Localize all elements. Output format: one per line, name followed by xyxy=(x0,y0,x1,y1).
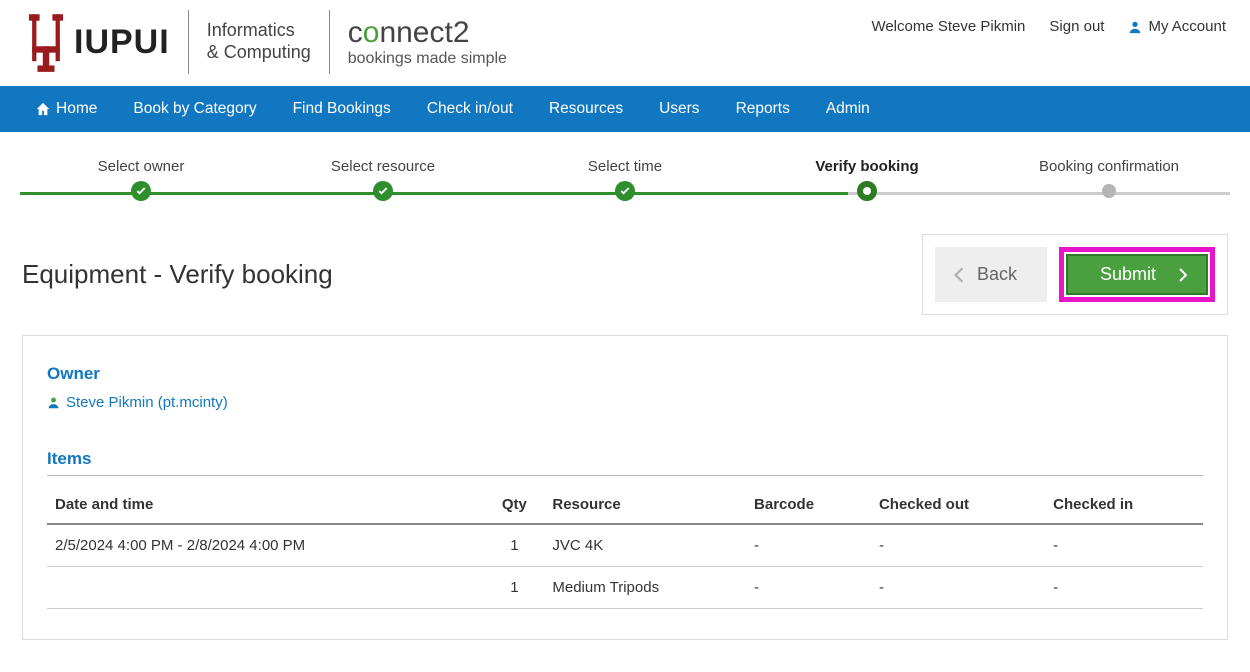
connect2-logo: connect2 bookings made simple xyxy=(348,16,507,68)
nav-home[interactable]: Home xyxy=(18,86,115,132)
table-row: 1Medium Tripods--- xyxy=(47,567,1203,609)
chevron-left-icon xyxy=(953,266,965,284)
nav-book-by-category[interactable]: Book by Category xyxy=(115,86,274,132)
logo-group: IUPUI Informatics & Computing connect2 b… xyxy=(24,10,507,74)
nav-check-in-out[interactable]: Check in/out xyxy=(409,86,531,132)
items-table: Date and time Qty Resource Barcode Check… xyxy=(47,486,1203,609)
department-label: Informatics & Computing xyxy=(207,20,311,63)
step-select-owner: Select owner xyxy=(20,158,262,201)
welcome-text: Welcome Steve Pikmin xyxy=(871,18,1025,35)
page-title: Equipment - Verify booking xyxy=(22,259,333,290)
title-row: Equipment - Verify booking Back Submit xyxy=(22,234,1228,315)
home-icon xyxy=(36,102,50,116)
nav-admin[interactable]: Admin xyxy=(808,86,888,132)
action-buttons: Back Submit xyxy=(922,234,1228,315)
col-checked-in: Checked in xyxy=(1045,486,1203,524)
step-select-resource: Select resource xyxy=(262,158,504,201)
cell-resource: JVC 4K xyxy=(544,524,746,567)
cell-checked-in: - xyxy=(1045,524,1203,567)
items-section-title: Items xyxy=(47,449,1203,476)
booking-panel: Owner Steve Pikmin (pt.mcinty) Items Dat… xyxy=(22,335,1228,640)
iupui-text: IUPUI xyxy=(74,23,170,62)
owner-link[interactable]: Steve Pikmin (pt.mcinty) xyxy=(47,394,1203,411)
my-account-link[interactable]: My Account xyxy=(1128,18,1226,35)
cell-checked-out: - xyxy=(871,567,1045,609)
back-button[interactable]: Back xyxy=(935,247,1047,302)
divider xyxy=(188,10,189,74)
main-nav: Home Book by Category Find Bookings Chec… xyxy=(0,86,1250,132)
person-icon xyxy=(1128,20,1142,34)
cell-qty: 1 xyxy=(484,524,544,567)
col-resource: Resource xyxy=(544,486,746,524)
nav-users[interactable]: Users xyxy=(641,86,717,132)
check-icon xyxy=(619,185,631,197)
top-bar: IUPUI Informatics & Computing connect2 b… xyxy=(0,0,1250,74)
top-right-links: Welcome Steve Pikmin Sign out My Account xyxy=(871,10,1226,35)
col-datetime: Date and time xyxy=(47,486,484,524)
col-qty: Qty xyxy=(484,486,544,524)
table-row: 2/5/2024 4:00 PM - 2/8/2024 4:00 PM1JVC … xyxy=(47,524,1203,567)
cell-datetime xyxy=(47,567,484,609)
owner-section-title: Owner xyxy=(47,364,1203,384)
chevron-right-icon xyxy=(1178,267,1188,283)
check-icon xyxy=(377,185,389,197)
step-verify-booking: Verify booking xyxy=(746,158,988,201)
cell-checked-in: - xyxy=(1045,567,1203,609)
cell-datetime: 2/5/2024 4:00 PM - 2/8/2024 4:00 PM xyxy=(47,524,484,567)
cell-barcode: - xyxy=(746,524,871,567)
col-checked-out: Checked out xyxy=(871,486,1045,524)
cell-resource: Medium Tripods xyxy=(544,567,746,609)
items-section: Items Date and time Qty Resource Barcode… xyxy=(47,449,1203,609)
nav-find-bookings[interactable]: Find Bookings xyxy=(275,86,409,132)
owner-section: Owner Steve Pikmin (pt.mcinty) xyxy=(47,364,1203,411)
cell-qty: 1 xyxy=(484,567,544,609)
submit-highlight: Submit xyxy=(1059,247,1215,302)
divider xyxy=(329,10,330,74)
cell-barcode: - xyxy=(746,567,871,609)
sign-out-link[interactable]: Sign out xyxy=(1049,18,1104,35)
iupui-logo: IUPUI xyxy=(24,10,170,74)
progress-stepper: Select owner Select resource Select time… xyxy=(20,158,1230,206)
nav-resources[interactable]: Resources xyxy=(531,86,641,132)
person-icon xyxy=(47,396,60,409)
nav-reports[interactable]: Reports xyxy=(718,86,808,132)
submit-button[interactable]: Submit xyxy=(1066,254,1208,295)
check-icon xyxy=(135,185,147,197)
cell-checked-out: - xyxy=(871,524,1045,567)
step-select-time: Select time xyxy=(504,158,746,201)
col-barcode: Barcode xyxy=(746,486,871,524)
step-booking-confirmation: Booking confirmation xyxy=(988,158,1230,201)
